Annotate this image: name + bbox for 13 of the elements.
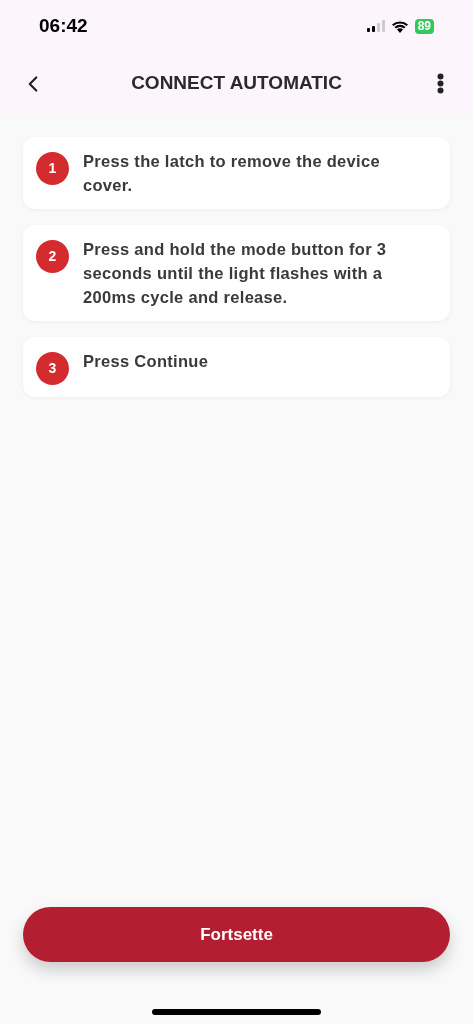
page-title: CONNECT AUTOMATIC — [131, 71, 342, 96]
step-number: 1 — [36, 152, 69, 185]
status-time: 06:42 — [39, 13, 88, 38]
battery-indicator: 89 — [414, 18, 434, 34]
step-text: Press the latch to remove the device cover. — [83, 151, 381, 196]
signal-icon — [366, 20, 385, 32]
wifi-icon — [390, 19, 409, 33]
step-text: Press and hold the mode button for 3 seconds until the light flashes with a 200ms cycle and release. — [83, 239, 388, 308]
step-number: 2 — [36, 240, 69, 273]
continue-button[interactable]: Fortsette — [23, 907, 450, 962]
more-icon — [436, 73, 444, 94]
step-number: 3 — [36, 352, 69, 385]
step-text: Press Continue — [83, 351, 209, 372]
